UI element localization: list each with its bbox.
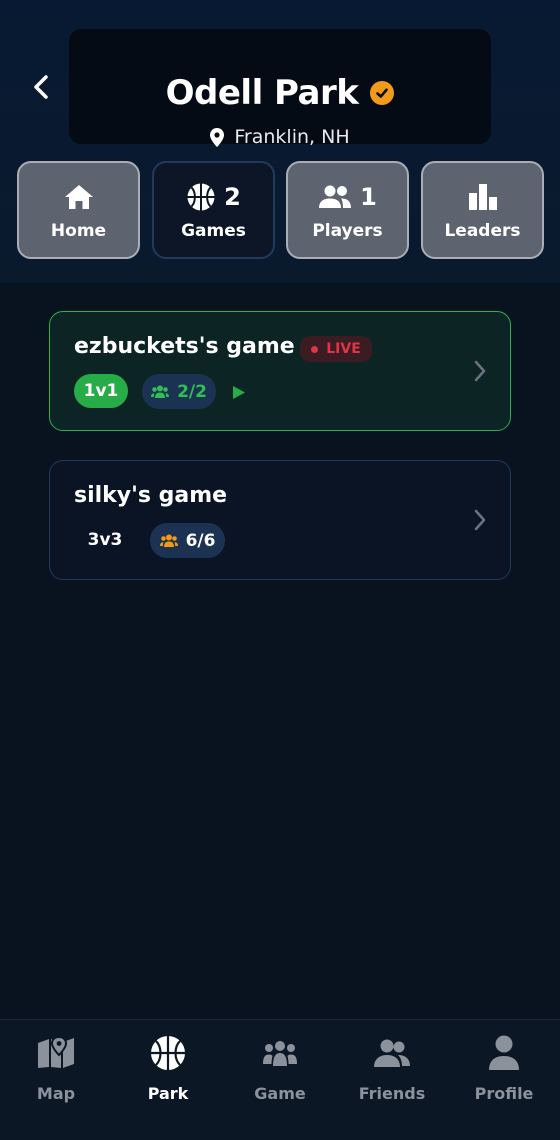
tab-home-label: Home bbox=[50, 221, 107, 241]
people-icon bbox=[319, 185, 352, 208]
nav-profile-label: Profile bbox=[474, 1084, 534, 1103]
game-card[interactable]: ezbuckets's game LIVE 1v1 2/2 bbox=[49, 311, 511, 431]
chevron-right-icon bbox=[474, 509, 486, 531]
nav-friends[interactable]: Friends bbox=[336, 1020, 448, 1140]
map-pin-icon bbox=[210, 127, 225, 147]
group-icon bbox=[159, 534, 178, 547]
person-icon bbox=[489, 1035, 519, 1070]
game-mode-badge: 1v1 bbox=[74, 374, 128, 408]
nav-park-label: Park bbox=[147, 1084, 189, 1103]
bottom-nav: Map Park Game Friends Profile bbox=[0, 1019, 560, 1140]
map-icon bbox=[38, 1037, 74, 1068]
basketball-icon bbox=[151, 1036, 185, 1070]
players-count-badge: 2/2 bbox=[142, 374, 216, 409]
live-label: LIVE bbox=[326, 341, 361, 357]
park-name: Odell Park bbox=[165, 73, 359, 113]
location-text: Franklin, NH bbox=[234, 126, 350, 148]
nav-game-label: Game bbox=[254, 1084, 306, 1103]
park-tabs: Home 2 Games 1 Players Leaders bbox=[17, 161, 544, 259]
nav-profile[interactable]: Profile bbox=[448, 1020, 560, 1140]
game-title: ezbuckets's game bbox=[74, 334, 295, 359]
tab-games[interactable]: 2 Games bbox=[152, 161, 275, 259]
tab-leaders[interactable]: Leaders bbox=[421, 161, 544, 259]
chevron-left-icon bbox=[34, 75, 48, 99]
tab-home[interactable]: Home bbox=[17, 161, 140, 259]
tab-players[interactable]: 1 Players bbox=[286, 161, 409, 259]
play-icon bbox=[233, 386, 245, 399]
tab-games-label: Games bbox=[181, 221, 246, 241]
park-info-card: Odell Park Franklin, NH bbox=[69, 29, 491, 148]
game-title: silky's game bbox=[74, 483, 228, 508]
group-icon bbox=[151, 385, 170, 398]
group-icon bbox=[263, 1041, 297, 1066]
players-count-text: 6/6 bbox=[185, 530, 216, 551]
game-card[interactable]: silky's game 3v3 6/6 bbox=[49, 460, 511, 580]
players-count: 1 bbox=[360, 183, 377, 211]
tab-players-label: Players bbox=[312, 221, 383, 241]
park-location: Franklin, NH bbox=[69, 126, 491, 148]
nav-game[interactable]: Game bbox=[224, 1020, 336, 1140]
live-dot-icon bbox=[311, 345, 319, 353]
nav-friends-label: Friends bbox=[358, 1084, 426, 1103]
games-count: 2 bbox=[224, 183, 241, 211]
chevron-right-icon bbox=[474, 360, 486, 382]
tab-leaders-label: Leaders bbox=[444, 221, 521, 241]
players-count-badge: 6/6 bbox=[150, 523, 225, 558]
game-mode-badge: 3v3 bbox=[87, 530, 123, 550]
nav-park[interactable]: Park bbox=[112, 1020, 224, 1140]
back-button[interactable] bbox=[24, 70, 58, 104]
verified-icon bbox=[370, 81, 395, 105]
friends-icon bbox=[374, 1039, 410, 1067]
home-icon bbox=[64, 185, 93, 209]
live-badge: LIVE bbox=[300, 336, 372, 362]
basketball-icon bbox=[187, 183, 215, 211]
nav-map-label: Map bbox=[36, 1084, 76, 1103]
players-count-text: 2/2 bbox=[177, 381, 207, 402]
park-title-row: Odell Park bbox=[69, 73, 491, 113]
nav-map[interactable]: Map bbox=[0, 1020, 112, 1140]
bar-chart-icon bbox=[468, 184, 497, 210]
